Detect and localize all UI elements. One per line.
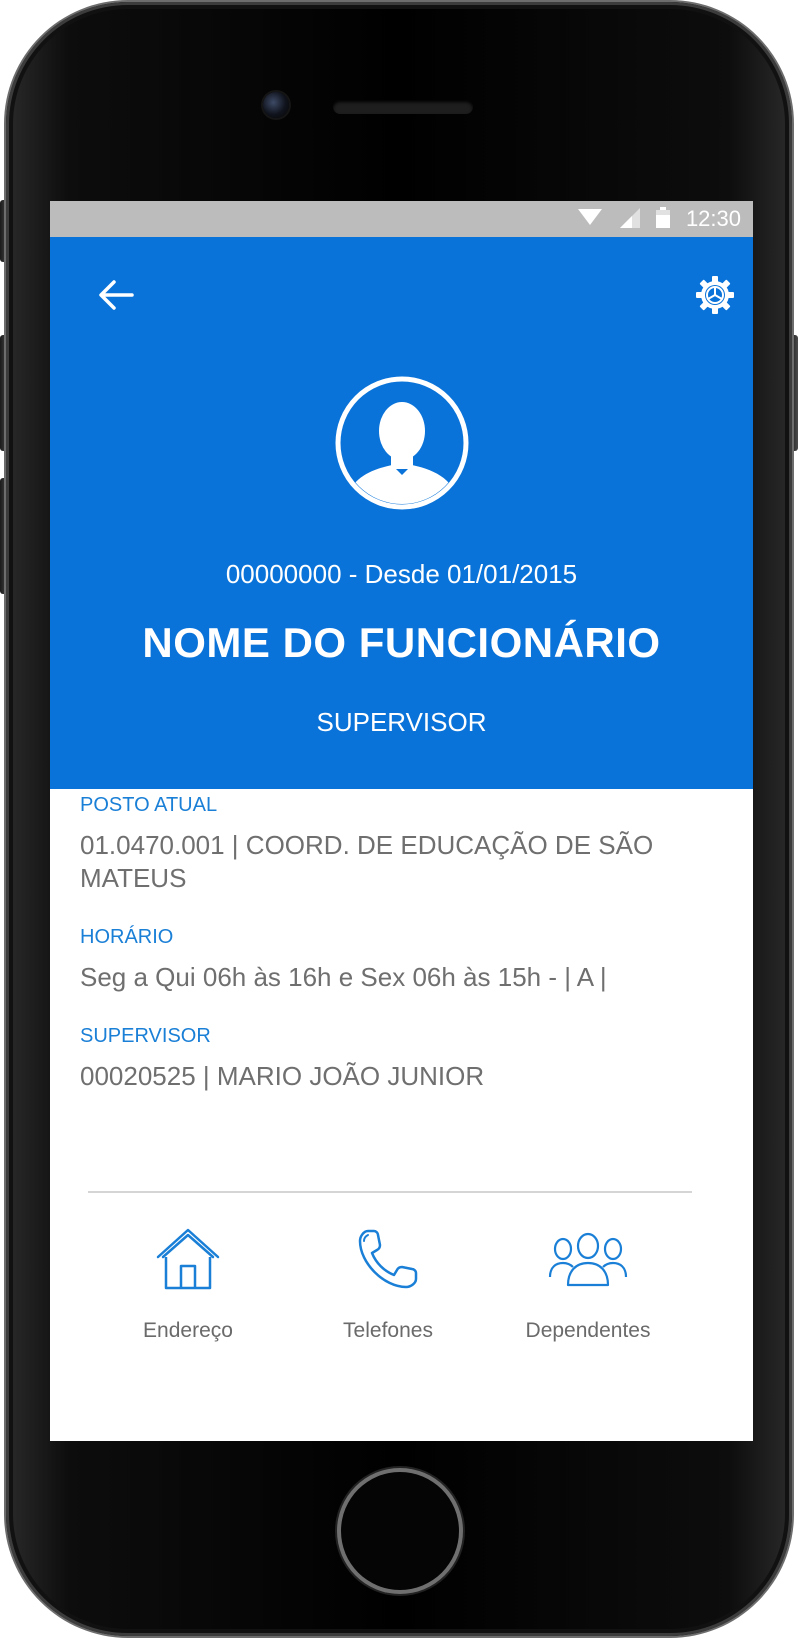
horario-value: Seg a Qui 06h às 16h e Sex 06h às 15h - …	[80, 962, 607, 992]
device-mockup: 12:30 00000000 - Desde 01/01/2015 NOME D…	[0, 0, 805, 1640]
nav-dependentes[interactable]: Dependentes	[488, 1223, 688, 1353]
employee-role: SUPERVISOR	[316, 707, 487, 737]
employee-name: NOME DO FUNCIONÁRIO	[142, 619, 661, 666]
horario-section: HORÁRIO Seg a Qui 06h às 16h e Sex 06h à…	[80, 925, 700, 994]
posto-section: POSTO ATUAL 01.0470.001 | COORD. DE EDUC…	[80, 793, 700, 895]
nav-dependentes-label: Dependentes	[525, 1319, 651, 1342]
signal-icon	[618, 206, 640, 233]
front-camera	[263, 92, 289, 118]
battery-icon	[655, 206, 670, 233]
home-button[interactable]	[341, 1472, 459, 1590]
posto-label: POSTO ATUAL	[80, 794, 218, 816]
supervisor-label: SUPERVISOR	[80, 1025, 211, 1047]
user-silhouette-icon	[335, 376, 469, 510]
people-icon	[548, 1232, 628, 1287]
app-screen: 12:30 00000000 - Desde 01/01/2015 NOME D…	[50, 201, 753, 1441]
arrow-left-icon	[99, 280, 134, 310]
nav-endereco-label: Endereço	[143, 1319, 233, 1342]
wifi-icon	[577, 207, 602, 232]
nav-endereco[interactable]: Endereço	[88, 1223, 288, 1353]
supervisor-section: SUPERVISOR 00020525 | MARIO JOÃO JUNIOR	[80, 1024, 700, 1093]
status-bar: 12:30	[50, 201, 753, 237]
nav-telefones[interactable]: Telefones	[288, 1223, 488, 1353]
horario-label: HORÁRIO	[80, 926, 174, 948]
nav-telefones-label: Telefones	[343, 1319, 433, 1342]
posto-value: 01.0470.001 | COORD. DE EDUCAÇÃO DE SÃO …	[80, 830, 654, 893]
avatar[interactable]	[334, 375, 470, 511]
settings-button[interactable]	[693, 273, 737, 317]
status-icons: 12:30	[577, 201, 741, 237]
earpiece-speaker	[333, 100, 473, 114]
phone-icon	[358, 1229, 418, 1289]
gear-icon	[696, 276, 734, 314]
supervisor-value: 00020525 | MARIO JOÃO JUNIOR	[80, 1061, 485, 1091]
divider	[88, 1191, 692, 1193]
profile-header: 00000000 - Desde 01/01/2015 NOME DO FUNC…	[50, 237, 753, 789]
status-time: 12:30	[685, 206, 741, 231]
house-icon	[156, 1228, 220, 1290]
back-button[interactable]	[94, 273, 138, 317]
employee-id-line: 00000000 - Desde 01/01/2015	[225, 559, 578, 589]
